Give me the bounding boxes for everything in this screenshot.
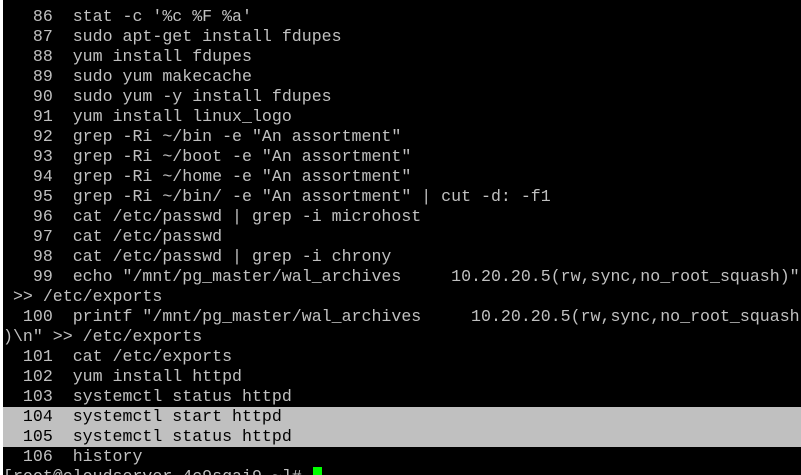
history-number: 92: [3, 127, 53, 146]
history-number: 88: [3, 47, 53, 66]
shell-prompt: [root@cloudserver-4c9sgai9 ~]#: [3, 467, 312, 475]
history-number: 100: [3, 307, 53, 326]
history-command: grep -Ri ~/boot -e "An assortment": [52, 147, 412, 166]
history-number: 91: [3, 107, 53, 126]
history-number: 98: [3, 247, 53, 266]
history-number: 106: [3, 447, 53, 466]
history-line: 99 echo "/mnt/pg_master/wal_archives 10.…: [3, 267, 801, 287]
history-number: 102: [3, 367, 53, 386]
history-command: echo "/mnt/pg_master/wal_archives 10.20.…: [52, 267, 800, 286]
history-command: history: [52, 447, 143, 466]
history-line: 97 cat /etc/passwd: [3, 227, 801, 247]
history-line: 91 yum install linux_logo: [3, 107, 801, 127]
history-command: systemctl start httpd: [52, 407, 282, 426]
history-command: sudo yum -y install fdupes: [52, 87, 332, 106]
history-number: 104: [3, 407, 53, 426]
history-line: 100 printf "/mnt/pg_master/wal_archives …: [3, 307, 801, 327]
history-command: sudo yum makecache: [52, 67, 252, 86]
history-number: 97: [3, 227, 53, 246]
history-command: stat -c '%c %F %a': [52, 7, 252, 26]
history-number: 101: [3, 347, 53, 366]
history-command: sudo apt-get install fdupes: [52, 27, 342, 46]
history-command: systemctl status httpd: [52, 427, 292, 446]
history-line: 88 yum install fdupes: [3, 47, 801, 67]
history-number: 99: [3, 267, 53, 286]
history-line: 86 stat -c '%c %F %a': [3, 7, 801, 27]
history-line: 87 sudo apt-get install fdupes: [3, 27, 801, 47]
history-line: 96 cat /etc/passwd | grep -i microhost: [3, 207, 801, 227]
history-line: 93 grep -Ri ~/boot -e "An assortment": [3, 147, 801, 167]
history-command: printf "/mnt/pg_master/wal_archives 10.2…: [52, 307, 801, 326]
history-command: yum install linux_logo: [52, 107, 292, 126]
history-command: cat /etc/exports: [52, 347, 233, 366]
terminal-window[interactable]: 86 stat -c '%c %F %a' 87 sudo apt-get in…: [3, 0, 801, 475]
history-number: 86: [3, 7, 53, 26]
history-line: 103 systemctl status httpd: [3, 387, 801, 407]
history-number: 90: [3, 87, 53, 106]
history-command: cat /etc/passwd | grep -i chrony: [52, 247, 392, 266]
history-line: 94 grep -Ri ~/home -e "An assortment": [3, 167, 801, 187]
history-line: 102 yum install httpd: [3, 367, 801, 387]
history-line: 90 sudo yum -y install fdupes: [3, 87, 801, 107]
history-line: 89 sudo yum makecache: [3, 67, 801, 87]
history-line-selected[interactable]: 104 systemctl start httpd: [3, 407, 801, 427]
history-command: )\n" >> /etc/exports: [3, 327, 203, 346]
history-line-wrapped: >> /etc/exports: [3, 287, 801, 307]
history-command: grep -Ri ~/bin/ -e "An assortment" | cut…: [52, 187, 551, 206]
history-number: 94: [3, 167, 53, 186]
history-number: 87: [3, 27, 53, 46]
history-line: 101 cat /etc/exports: [3, 347, 801, 367]
history-command: yum install fdupes: [52, 47, 252, 66]
history-number: 96: [3, 207, 53, 226]
cursor-block-icon: [312, 467, 322, 475]
terminal-output: 86 stat -c '%c %F %a' 87 sudo apt-get in…: [3, 7, 801, 475]
history-command: grep -Ri ~/home -e "An assortment": [52, 167, 412, 186]
history-number: 93: [3, 147, 53, 166]
history-command: grep -Ri ~/bin -e "An assortment": [52, 127, 402, 146]
history-command: cat /etc/passwd: [52, 227, 223, 246]
history-line: 92 grep -Ri ~/bin -e "An assortment": [3, 127, 801, 147]
history-number: 89: [3, 67, 53, 86]
history-number: 103: [3, 387, 53, 406]
history-command: >> /etc/exports: [3, 287, 163, 306]
history-command: cat /etc/passwd | grep -i microhost: [52, 207, 422, 226]
history-line-wrapped: )\n" >> /etc/exports: [3, 327, 801, 347]
history-command: yum install httpd: [52, 367, 242, 386]
history-line: 95 grep -Ri ~/bin/ -e "An assortment" | …: [3, 187, 801, 207]
history-line: 106 history: [3, 447, 801, 467]
history-line-selected[interactable]: 105 systemctl status httpd: [3, 427, 801, 447]
history-number: 105: [3, 427, 53, 446]
history-line: 98 cat /etc/passwd | grep -i chrony: [3, 247, 801, 267]
prompt-line[interactable]: [root@cloudserver-4c9sgai9 ~]#: [3, 467, 801, 475]
history-number: 95: [3, 187, 53, 206]
history-command: systemctl status httpd: [52, 387, 292, 406]
